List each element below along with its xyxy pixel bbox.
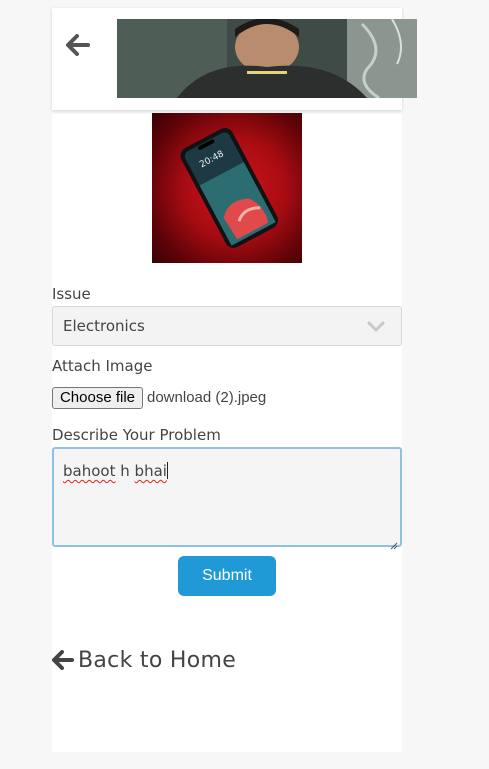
- arrow-left-icon: [52, 650, 74, 670]
- issue-select-value: Electronics: [63, 317, 145, 335]
- description-word: bahoot: [63, 462, 116, 480]
- attach-image-label: Attach Image: [52, 357, 153, 375]
- issue-label: Issue: [52, 285, 91, 303]
- resize-grip-icon[interactable]: [390, 535, 398, 550]
- describe-problem-label: Describe Your Problem: [52, 426, 221, 444]
- submit-button[interactable]: Submit: [178, 556, 276, 596]
- problem-description-text: bahoot h bhai: [63, 462, 168, 480]
- description-word: h: [120, 462, 130, 480]
- back-to-home-link[interactable]: Back to Home: [52, 646, 236, 674]
- complaint-form-card: 20:48 Issue Electronics Attach Image Cho…: [52, 113, 402, 752]
- text-caret: [166, 462, 168, 479]
- description-word: bhai: [134, 462, 167, 480]
- selected-file-name: download (2).jpeg: [147, 389, 267, 406]
- choose-file-button[interactable]: Choose file: [52, 387, 143, 409]
- arrow-left-icon[interactable]: [66, 34, 90, 56]
- issue-select[interactable]: Electronics: [52, 306, 402, 346]
- header-card: [52, 8, 417, 110]
- back-to-home-label: Back to Home: [78, 647, 237, 673]
- chevron-down-icon: [367, 319, 385, 333]
- profile-banner-image: [117, 19, 417, 98]
- problem-description-textarea[interactable]: bahoot h bhai: [52, 447, 402, 550]
- product-photo: 20:48: [152, 113, 302, 263]
